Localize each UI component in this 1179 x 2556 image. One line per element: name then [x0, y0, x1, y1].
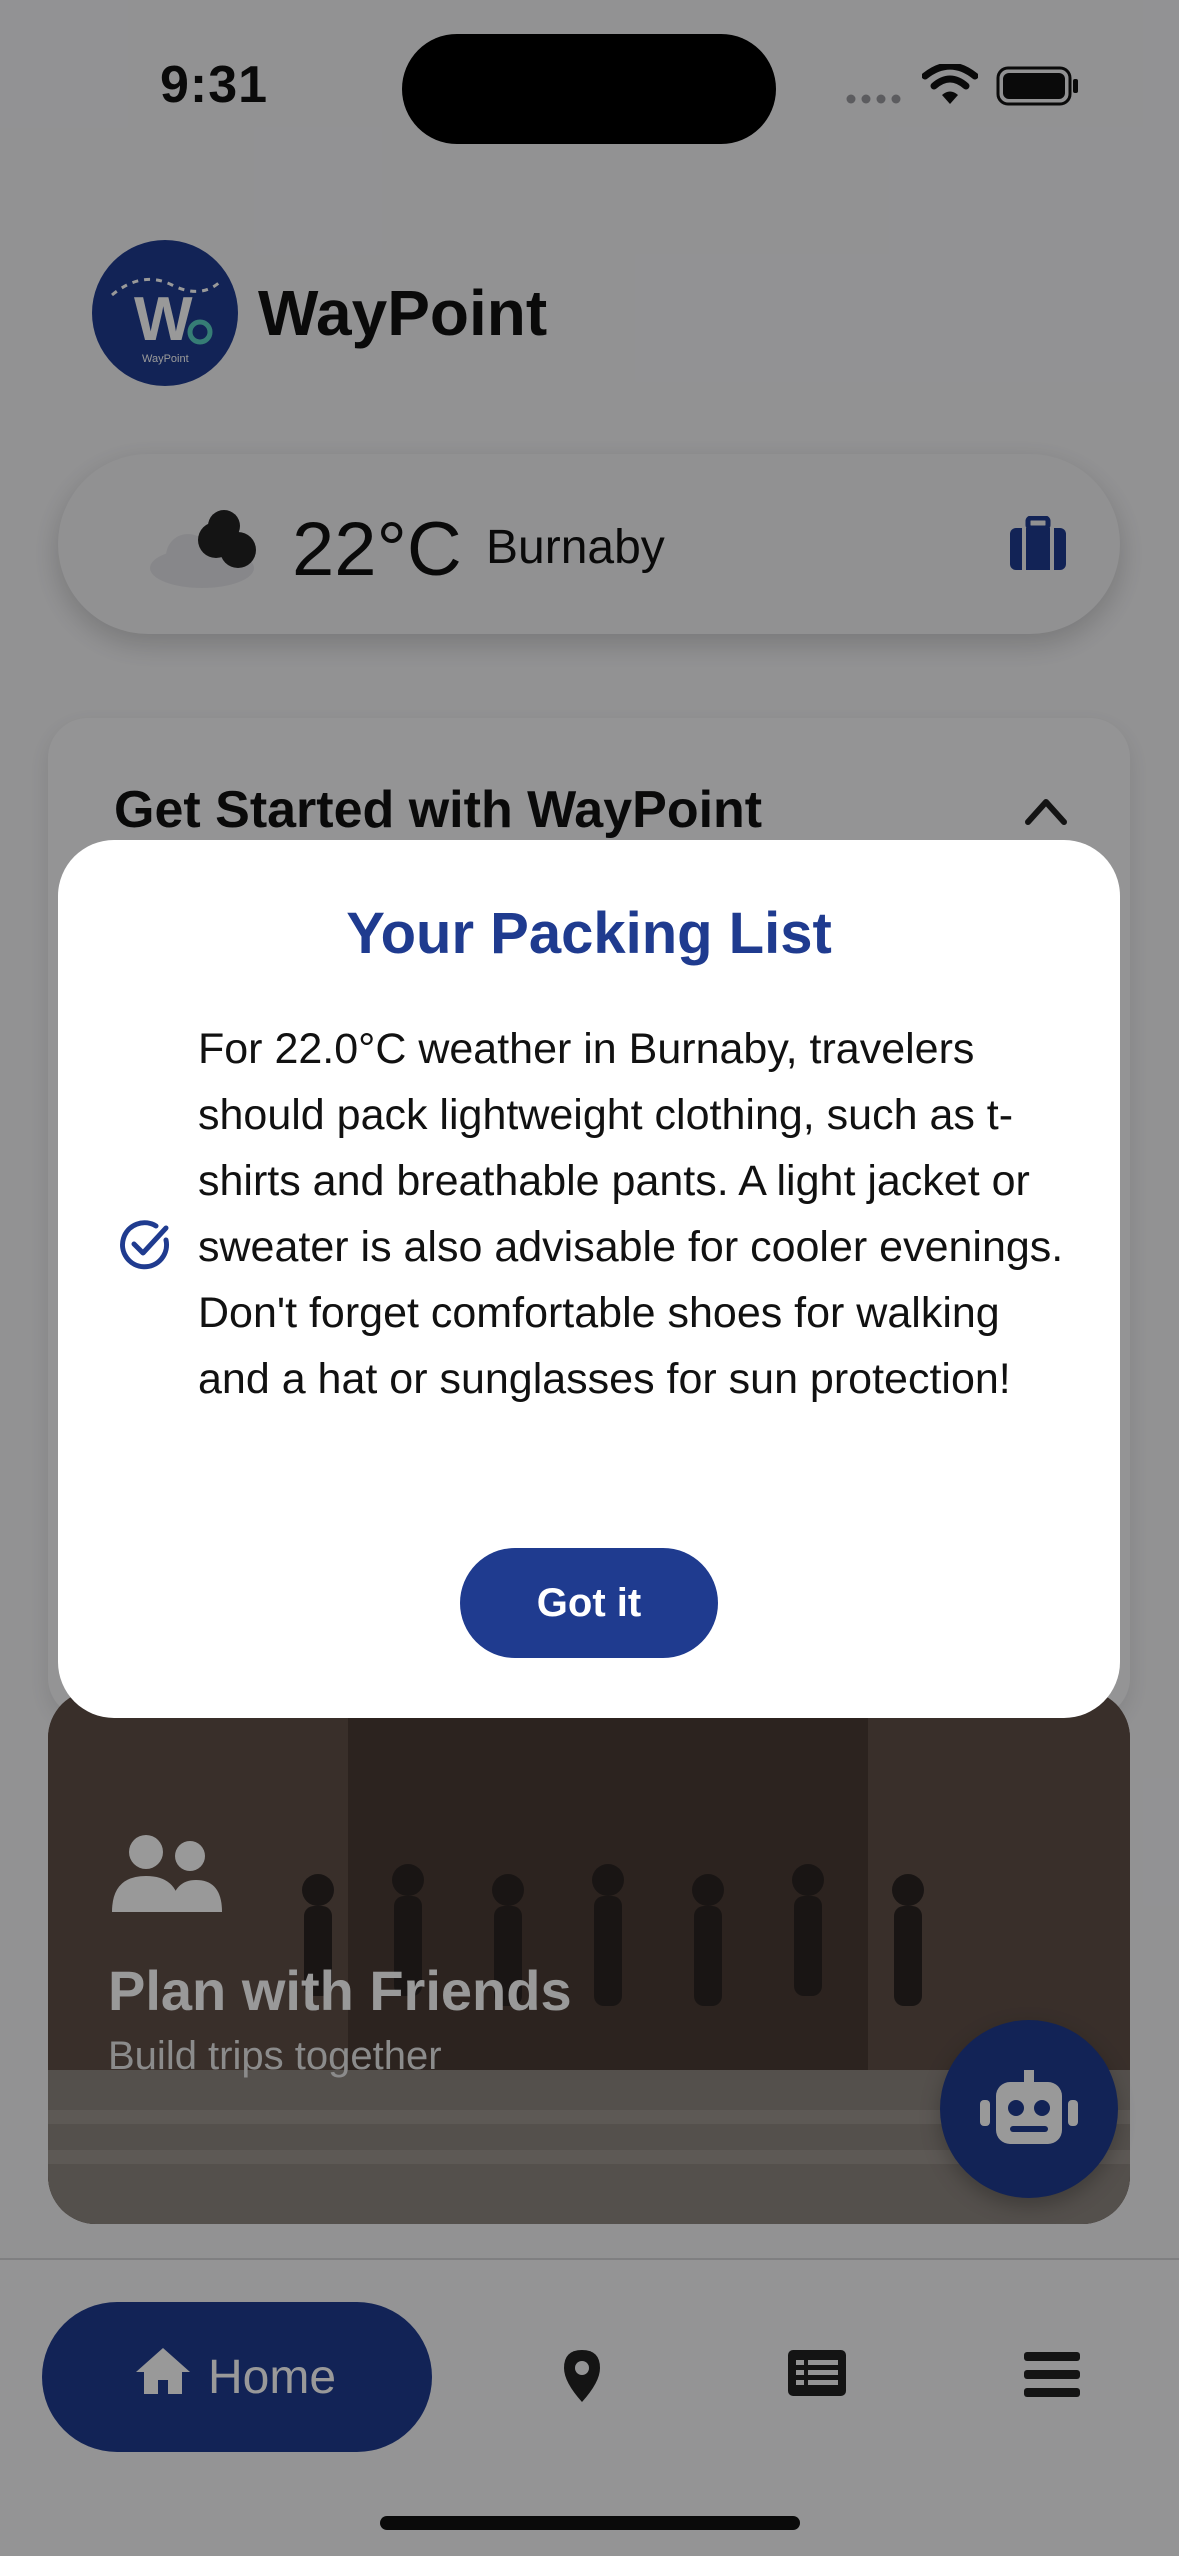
check-circle-icon [120, 1220, 170, 1270]
packing-list-text: For 22.0°C weather in Burnaby, travelers… [198, 1025, 1064, 1403]
got-it-button[interactable]: Got it [460, 1548, 718, 1658]
modal-title: Your Packing List [346, 901, 832, 966]
